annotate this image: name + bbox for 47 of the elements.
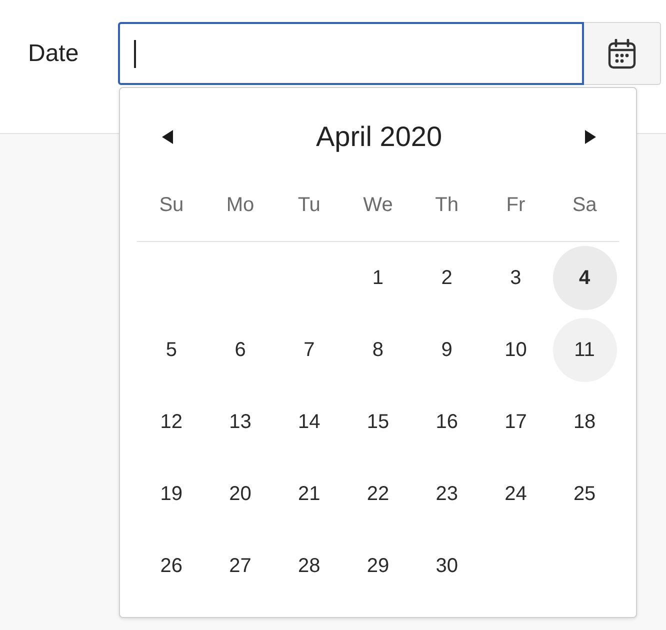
weekday-label: Su xyxy=(159,193,184,218)
calendar-day[interactable]: 19 xyxy=(160,482,183,506)
text-cursor-icon xyxy=(134,40,136,68)
calendar-day[interactable]: 26 xyxy=(160,554,183,578)
calendar-day[interactable]: 12 xyxy=(160,410,183,434)
calendar-day[interactable]: 3 xyxy=(510,266,522,290)
weekday-label: Mo xyxy=(226,193,254,218)
calendar-day[interactable]: 30 xyxy=(436,554,458,578)
weekday-label: Fr xyxy=(506,193,526,218)
date-input[interactable] xyxy=(118,22,584,85)
calendar-day[interactable]: 8 xyxy=(372,338,384,362)
calendar-day[interactable]: 29 xyxy=(366,554,390,578)
calendar-day[interactable]: 27 xyxy=(229,554,252,578)
calendar-day[interactable]: 21 xyxy=(298,482,320,506)
calendar-day[interactable]: 11 xyxy=(552,318,617,382)
triangle-left-icon xyxy=(162,130,173,144)
weekday-label: Tu xyxy=(298,193,320,218)
calendar-day[interactable]: 7 xyxy=(304,338,315,362)
calendar-day[interactable]: 13 xyxy=(229,410,252,434)
calendar-day[interactable]: 22 xyxy=(366,482,390,506)
calendar-button[interactable] xyxy=(584,22,661,85)
calendar-day[interactable]: 28 xyxy=(298,554,320,578)
calendar-day[interactable]: 24 xyxy=(504,482,527,506)
previous-month-button[interactable] xyxy=(162,130,173,144)
month-title: April 2020 xyxy=(316,120,442,154)
date-label: Date xyxy=(28,38,79,68)
calendar-day[interactable]: 18 xyxy=(573,410,596,434)
weekday-label: We xyxy=(363,193,393,218)
weekday-label: Th xyxy=(435,193,459,218)
calendar-day[interactable]: 10 xyxy=(504,338,527,362)
calendar-day[interactable]: 5 xyxy=(166,338,177,362)
calendar-day[interactable]: 17 xyxy=(504,410,527,434)
calendar-day[interactable]: 6 xyxy=(234,338,246,362)
calendar-day[interactable]: 15 xyxy=(366,410,390,434)
calendar-day[interactable]: 23 xyxy=(436,482,458,506)
calendar-day[interactable]: 16 xyxy=(436,410,458,434)
next-month-button[interactable] xyxy=(585,130,596,144)
calendar-day[interactable]: 20 xyxy=(229,482,252,506)
calendar-icon xyxy=(608,38,636,68)
triangle-right-icon xyxy=(585,130,596,144)
calendar-day[interactable]: 4 xyxy=(552,246,617,310)
calendar-day[interactable]: 9 xyxy=(441,338,452,362)
weekday-label: Sa xyxy=(572,193,597,218)
calendar-day[interactable]: 1 xyxy=(372,266,384,290)
calendar-day[interactable]: 25 xyxy=(573,482,596,506)
calendar-day[interactable]: 2 xyxy=(441,266,452,290)
calendar-day[interactable]: 14 xyxy=(298,410,320,434)
